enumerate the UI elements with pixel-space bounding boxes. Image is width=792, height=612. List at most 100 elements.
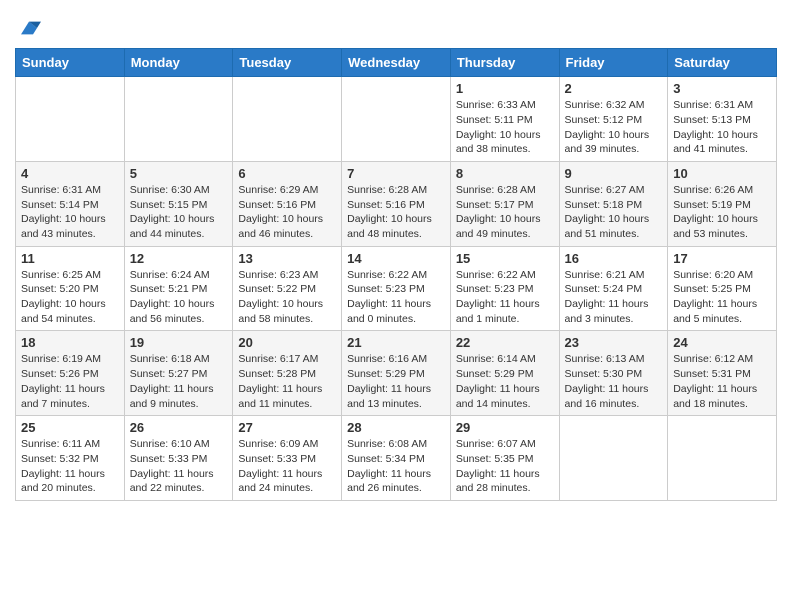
day-detail: Sunrise: 6:19 AM Sunset: 5:26 PM Dayligh… [21,352,119,411]
day-detail: Sunrise: 6:18 AM Sunset: 5:27 PM Dayligh… [130,352,228,411]
day-number: 25 [21,420,119,435]
weekday-header-sunday: Sunday [16,49,125,77]
calendar-cell: 2 Sunrise: 6:32 AM Sunset: 5:12 PM Daylig… [559,77,668,162]
day-number: 12 [130,251,228,266]
day-detail: Sunrise: 6:14 AM Sunset: 5:29 PM Dayligh… [456,352,554,411]
day-detail: Sunrise: 6:24 AM Sunset: 5:21 PM Dayligh… [130,268,228,327]
day-detail: Sunrise: 6:26 AM Sunset: 5:19 PM Dayligh… [673,183,771,242]
calendar-cell: 15 Sunrise: 6:22 AM Sunset: 5:23 PM Dayli… [450,246,559,331]
day-number: 9 [565,166,663,181]
day-number: 13 [238,251,336,266]
day-detail: Sunrise: 6:20 AM Sunset: 5:25 PM Dayligh… [673,268,771,327]
day-number: 20 [238,335,336,350]
day-detail: Sunrise: 6:25 AM Sunset: 5:20 PM Dayligh… [21,268,119,327]
day-number: 16 [565,251,663,266]
calendar-cell: 10 Sunrise: 6:26 AM Sunset: 5:19 PM Dayli… [668,161,777,246]
calendar-cell: 9 Sunrise: 6:27 AM Sunset: 5:18 PM Daylig… [559,161,668,246]
day-number: 1 [456,81,554,96]
day-detail: Sunrise: 6:12 AM Sunset: 5:31 PM Dayligh… [673,352,771,411]
calendar-cell: 27Sunrise: 6:09 AM Sunset: 5:33 PM Dayli… [233,416,342,501]
calendar-cell: 3 Sunrise: 6:31 AM Sunset: 5:13 PM Daylig… [668,77,777,162]
page-container: SundayMondayTuesdayWednesdayThursdayFrid… [0,0,792,511]
calendar-cell [559,416,668,501]
weekday-header-saturday: Saturday [668,49,777,77]
day-detail: Sunrise: 6:23 AM Sunset: 5:22 PM Dayligh… [238,268,336,327]
day-number: 7 [347,166,445,181]
day-detail: Sunrise: 6:32 AM Sunset: 5:12 PM Dayligh… [565,98,663,157]
day-number: 8 [456,166,554,181]
calendar-cell: 6 Sunrise: 6:29 AM Sunset: 5:16 PM Daylig… [233,161,342,246]
week-row-1: 4Sunrise: 6:31 AM Sunset: 5:14 PM Daylig… [16,161,777,246]
calendar-cell: 23 Sunrise: 6:13 AM Sunset: 5:30 PM Dayli… [559,331,668,416]
week-row-0: 1 Sunrise: 6:33 AM Sunset: 5:11 PM Daylig… [16,77,777,162]
calendar-cell: 17 Sunrise: 6:20 AM Sunset: 5:25 PM Dayli… [668,246,777,331]
day-number: 24 [673,335,771,350]
calendar-cell: 19 Sunrise: 6:18 AM Sunset: 5:27 PM Dayli… [124,331,233,416]
day-detail: Sunrise: 6:10 AM Sunset: 5:33 PM Dayligh… [130,437,228,496]
week-row-2: 11 Sunrise: 6:25 AM Sunset: 5:20 PM Dayli… [16,246,777,331]
calendar-cell: 28Sunrise: 6:08 AM Sunset: 5:34 PM Dayli… [342,416,451,501]
day-number: 29 [456,420,554,435]
day-detail: Sunrise: 6:21 AM Sunset: 5:24 PM Dayligh… [565,268,663,327]
calendar-cell: 1 Sunrise: 6:33 AM Sunset: 5:11 PM Daylig… [450,77,559,162]
weekday-header-monday: Monday [124,49,233,77]
calendar-cell [342,77,451,162]
day-detail: Sunrise: 6:27 AM Sunset: 5:18 PM Dayligh… [565,183,663,242]
calendar-cell: 13 Sunrise: 6:23 AM Sunset: 5:22 PM Dayli… [233,246,342,331]
day-number: 27 [238,420,336,435]
logo [15,15,41,40]
weekday-header-row: SundayMondayTuesdayWednesdayThursdayFrid… [16,49,777,77]
day-number: 26 [130,420,228,435]
day-detail: Sunrise: 6:16 AM Sunset: 5:29 PM Dayligh… [347,352,445,411]
calendar-cell: 14 Sunrise: 6:22 AM Sunset: 5:23 PM Dayli… [342,246,451,331]
day-detail: Sunrise: 6:28 AM Sunset: 5:16 PM Dayligh… [347,183,445,242]
weekday-header-friday: Friday [559,49,668,77]
calendar-cell: 4Sunrise: 6:31 AM Sunset: 5:14 PM Daylig… [16,161,125,246]
calendar-cell [233,77,342,162]
day-number: 10 [673,166,771,181]
day-number: 14 [347,251,445,266]
calendar-cell [668,416,777,501]
calendar-cell: 12 Sunrise: 6:24 AM Sunset: 5:21 PM Dayli… [124,246,233,331]
day-number: 11 [21,251,119,266]
calendar-cell: 11 Sunrise: 6:25 AM Sunset: 5:20 PM Dayli… [16,246,125,331]
day-detail: Sunrise: 6:17 AM Sunset: 5:28 PM Dayligh… [238,352,336,411]
day-number: 4 [21,166,119,181]
day-detail: Sunrise: 6:11 AM Sunset: 5:32 PM Dayligh… [21,437,119,496]
calendar-cell: 18 Sunrise: 6:19 AM Sunset: 5:26 PM Dayli… [16,331,125,416]
calendar-cell: 8 Sunrise: 6:28 AM Sunset: 5:17 PM Daylig… [450,161,559,246]
day-detail: Sunrise: 6:29 AM Sunset: 5:16 PM Dayligh… [238,183,336,242]
day-detail: Sunrise: 6:13 AM Sunset: 5:30 PM Dayligh… [565,352,663,411]
day-number: 22 [456,335,554,350]
calendar-cell [124,77,233,162]
logo-text [15,15,41,40]
day-detail: Sunrise: 6:07 AM Sunset: 5:35 PM Dayligh… [456,437,554,496]
calendar-cell: 24 Sunrise: 6:12 AM Sunset: 5:31 PM Dayli… [668,331,777,416]
weekday-header-tuesday: Tuesday [233,49,342,77]
day-detail: Sunrise: 6:33 AM Sunset: 5:11 PM Dayligh… [456,98,554,157]
week-row-3: 18 Sunrise: 6:19 AM Sunset: 5:26 PM Dayli… [16,331,777,416]
day-number: 18 [21,335,119,350]
calendar-cell: 16 Sunrise: 6:21 AM Sunset: 5:24 PM Dayli… [559,246,668,331]
day-number: 6 [238,166,336,181]
day-detail: Sunrise: 6:08 AM Sunset: 5:34 PM Dayligh… [347,437,445,496]
calendar-cell: 5Sunrise: 6:30 AM Sunset: 5:15 PM Daylig… [124,161,233,246]
day-detail: Sunrise: 6:28 AM Sunset: 5:17 PM Dayligh… [456,183,554,242]
calendar-cell: 25 Sunrise: 6:11 AM Sunset: 5:32 PM Dayli… [16,416,125,501]
day-number: 17 [673,251,771,266]
day-number: 19 [130,335,228,350]
calendar-cell [16,77,125,162]
day-detail: Sunrise: 6:22 AM Sunset: 5:23 PM Dayligh… [456,268,554,327]
calendar-cell: 7 Sunrise: 6:28 AM Sunset: 5:16 PM Daylig… [342,161,451,246]
day-number: 15 [456,251,554,266]
day-detail: Sunrise: 6:22 AM Sunset: 5:23 PM Dayligh… [347,268,445,327]
calendar-cell: 22 Sunrise: 6:14 AM Sunset: 5:29 PM Dayli… [450,331,559,416]
weekday-header-wednesday: Wednesday [342,49,451,77]
day-number: 21 [347,335,445,350]
calendar-cell: 21 Sunrise: 6:16 AM Sunset: 5:29 PM Dayli… [342,331,451,416]
day-detail: Sunrise: 6:30 AM Sunset: 5:15 PM Dayligh… [130,183,228,242]
day-number: 2 [565,81,663,96]
day-number: 23 [565,335,663,350]
day-number: 3 [673,81,771,96]
day-detail: Sunrise: 6:31 AM Sunset: 5:13 PM Dayligh… [673,98,771,157]
